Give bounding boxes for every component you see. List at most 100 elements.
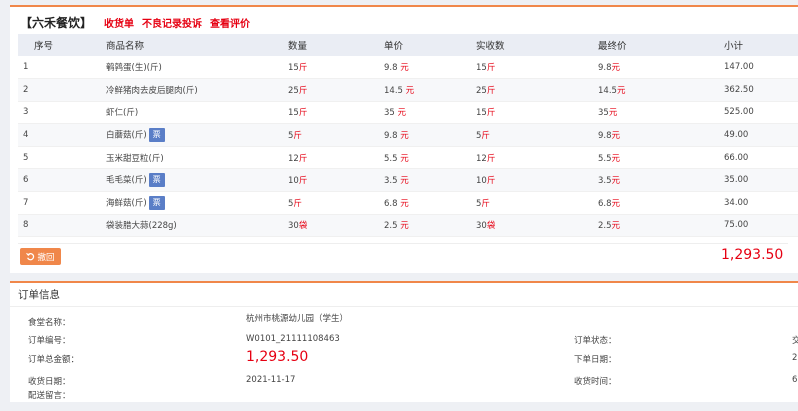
- row-name: 虾仁(斤): [106, 108, 139, 119]
- order-total-value: 1,293.50: [246, 349, 309, 365]
- row-recv-unit: 斤: [481, 131, 490, 142]
- row-recv-unit: 斤: [486, 85, 496, 96]
- row-price: 35: [384, 108, 395, 119]
- row-name: 玉米甜豆粒(斤): [106, 153, 164, 164]
- row-recv-unit: 袋: [486, 221, 496, 232]
- table-row: 7 海鲜菇(斤) 票 5斤 6.8 元 5斤 6.8元 34.00: [18, 191, 798, 215]
- table-row: 2 冷鲜猪肉去皮后腿肉(斤) 25斤 14.5 元 25斤 14.5元 362.50: [18, 78, 798, 102]
- row-price-unit: 元: [397, 108, 407, 119]
- row-final-unit: 元: [611, 198, 621, 209]
- goods-total: 1,293.50: [721, 247, 784, 263]
- remark-label: 配送留言：: [28, 391, 71, 401]
- row-no: 4: [23, 130, 29, 141]
- row-qty-unit: 斤: [293, 131, 302, 142]
- col-price: 单价: [366, 34, 462, 56]
- undo-button[interactable]: 撤回: [20, 248, 61, 265]
- row-final: 35: [598, 108, 609, 119]
- row-subtotal: 75.00: [724, 220, 749, 231]
- row-recv: 12: [476, 153, 487, 164]
- undo-label: 撤回: [37, 252, 55, 263]
- row-subtotal: 34.00: [724, 197, 749, 208]
- order-no-value: W0101_21111108463: [246, 334, 340, 344]
- status-value: 交: [792, 336, 798, 346]
- row-subtotal: 49.00: [724, 130, 749, 141]
- row-recv: 15: [476, 63, 487, 74]
- row-subtotal: 525.00: [724, 107, 754, 118]
- row-qty-unit: 斤: [298, 63, 308, 74]
- row-price-unit: 元: [405, 85, 415, 96]
- row-price: 9.8: [384, 63, 398, 74]
- table-row: 1 鹌鹑蛋(生)(斤) 15斤 9.8 元 15斤 9.8元 147.00: [18, 56, 798, 80]
- table-row: 6 毛毛菜(斤) 票 10斤 3.5 元 10斤 3.5元 35.00: [18, 168, 798, 193]
- row-price-unit: 元: [400, 221, 409, 232]
- shop-name: 【六禾餐饮】: [20, 15, 93, 30]
- row-qty-unit: 斤: [298, 108, 308, 119]
- row-subtotal: 35.00: [724, 175, 749, 186]
- receive-date-label: 收货日期：: [28, 377, 71, 387]
- goods-footer: 撤回 1,293.50: [18, 243, 788, 267]
- receipt-link[interactable]: 收货单: [104, 15, 134, 30]
- table-header-row: 序号 商品名称 数量 单价 实收数 最终价 小计: [18, 34, 798, 56]
- row-no: 6: [23, 175, 29, 186]
- row-no: 2: [23, 84, 29, 95]
- row-final: 5.5: [598, 153, 612, 164]
- row-qty: 10: [288, 176, 299, 187]
- row-final: 9.8: [598, 131, 612, 142]
- row-final-unit: 元: [616, 85, 626, 96]
- ticket-badge[interactable]: 票: [148, 173, 165, 188]
- row-name: 袋装腊大蒜(228g): [106, 221, 177, 232]
- receive-date-value: 2021-11-17: [246, 375, 296, 385]
- ticket-badge[interactable]: 票: [148, 195, 165, 210]
- table-row: 8 袋装腊大蒜(228g) 30袋 2.5 元 30袋 2.5元 75.00: [18, 214, 798, 238]
- row-qty: 15: [288, 108, 299, 119]
- table-row: 3 虾仁(斤) 15斤 35 元 15斤 35元 525.00: [18, 101, 798, 125]
- col-final: 最终价: [584, 34, 706, 56]
- complaint-link[interactable]: 不良记录投诉: [142, 15, 202, 30]
- row-recv-unit: 斤: [481, 198, 490, 209]
- row-name: 鹌鹑蛋(生)(斤): [106, 63, 162, 74]
- row-qty: 25: [288, 85, 299, 96]
- row-qty: 12: [288, 153, 299, 164]
- row-price-unit: 元: [400, 198, 409, 209]
- row-final: 14.5: [598, 85, 617, 96]
- row-qty: 15: [288, 63, 299, 74]
- row-price-unit: 元: [400, 176, 409, 187]
- row-no: 5: [23, 152, 29, 163]
- col-no: 序号: [18, 34, 88, 56]
- row-qty-unit: 斤: [298, 153, 308, 164]
- row-subtotal: 362.50: [724, 84, 754, 95]
- row-recv: 30: [476, 221, 487, 232]
- row-price-unit: 元: [400, 153, 409, 164]
- row-qty-unit: 袋: [298, 221, 308, 232]
- row-no: 3: [23, 107, 29, 118]
- row-recv-unit: 斤: [486, 176, 496, 187]
- row-qty-unit: 斤: [298, 85, 308, 96]
- row-no: 7: [23, 197, 29, 208]
- row-price: 6.8: [384, 198, 398, 209]
- row-qty: 30: [288, 221, 299, 232]
- row-final-unit: 元: [611, 153, 621, 164]
- row-price: 3.5: [384, 176, 398, 187]
- receive-time-label: 收货时间：: [574, 377, 617, 387]
- row-final: 2.5: [598, 221, 612, 232]
- row-price-unit: 元: [400, 131, 409, 142]
- row-qty-unit: 斤: [298, 176, 308, 187]
- row-subtotal: 147.00: [724, 62, 754, 73]
- row-final-unit: 元: [611, 63, 621, 74]
- row-no: 1: [23, 62, 29, 73]
- col-qty: 数量: [270, 34, 366, 56]
- row-recv: 25: [476, 85, 487, 96]
- canteen-value: 杭州市桃源幼儿园（学生）: [246, 314, 349, 324]
- undo-icon: [26, 252, 35, 261]
- col-name: 商品名称: [88, 34, 270, 56]
- ticket-badge[interactable]: 票: [148, 128, 165, 143]
- row-price: 14.5: [384, 85, 403, 96]
- review-link[interactable]: 查看评价: [210, 15, 250, 30]
- order-date-value: 2: [792, 353, 798, 363]
- row-recv-unit: 斤: [486, 153, 496, 164]
- row-price: 2.5: [384, 221, 398, 232]
- row-subtotal: 66.00: [724, 152, 749, 163]
- row-final: 6.8: [598, 198, 612, 209]
- row-recv: 15: [476, 108, 487, 119]
- table-row: 4 白蘑菇(斤) 票 5斤 9.8 元 5斤 9.8元 49.00: [18, 123, 798, 147]
